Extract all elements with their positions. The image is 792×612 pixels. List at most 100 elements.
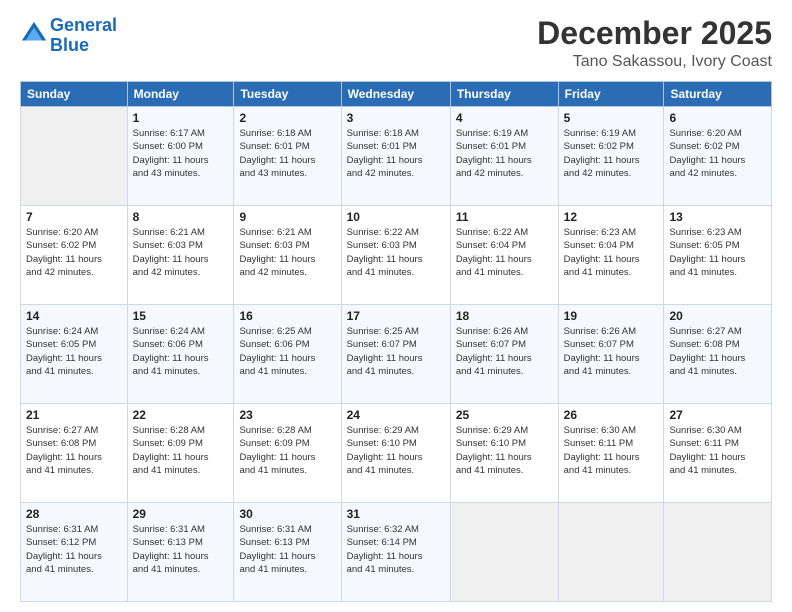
day-info: Sunrise: 6:27 AMSunset: 6:08 PMDaylight:… — [669, 325, 766, 378]
calendar-cell: 4Sunrise: 6:19 AMSunset: 6:01 PMDaylight… — [450, 107, 558, 206]
calendar-cell — [450, 503, 558, 602]
day-number: 3 — [347, 111, 445, 125]
calendar-day-header: Wednesday — [341, 82, 450, 107]
logo-text-blue: Blue — [50, 36, 117, 56]
day-number: 17 — [347, 309, 445, 323]
day-info: Sunrise: 6:19 AMSunset: 6:02 PMDaylight:… — [564, 127, 659, 180]
day-number: 6 — [669, 111, 766, 125]
day-info: Sunrise: 6:20 AMSunset: 6:02 PMDaylight:… — [26, 226, 122, 279]
calendar-cell: 22Sunrise: 6:28 AMSunset: 6:09 PMDayligh… — [127, 404, 234, 503]
calendar-cell: 9 Sunrise: 6:21 AMSunset: 6:03 PMDaylight… — [234, 206, 341, 305]
header: General Blue December 2025 Tano Sakassou… — [20, 16, 772, 71]
calendar-cell: 2 Sunrise: 6:18 AMSunset: 6:01 PMDaylight… — [234, 107, 341, 206]
day-number: 9 — [239, 210, 335, 224]
calendar-cell: 21 Sunrise: 6:27 AMSunset: 6:08 PMDayligh… — [21, 404, 128, 503]
calendar-week-row: 28Sunrise: 6:31 AMSunset: 6:12 PMDayligh… — [21, 503, 772, 602]
day-info: Sunrise: 6:21 AMSunset: 6:03 PMDaylight:… — [239, 226, 335, 279]
calendar-day-header: Tuesday — [234, 82, 341, 107]
calendar-day-header: Monday — [127, 82, 234, 107]
day-number: 11 — [456, 210, 553, 224]
day-info: Sunrise: 6:17 AMSunset: 6:00 PMDaylight:… — [133, 127, 229, 180]
calendar-day-header: Thursday — [450, 82, 558, 107]
day-number: 1 — [133, 111, 229, 125]
calendar-week-row: 14 Sunrise: 6:24 AMSunset: 6:05 PMDayligh… — [21, 305, 772, 404]
day-info: Sunrise: 6:24 AMSunset: 6:06 PMDaylight:… — [133, 325, 229, 378]
day-info: Sunrise: 6:25 AMSunset: 6:06 PMDaylight:… — [239, 325, 335, 378]
calendar-header: SundayMondayTuesdayWednesdayThursdayFrid… — [21, 82, 772, 107]
calendar-cell — [21, 107, 128, 206]
page: General Blue December 2025 Tano Sakassou… — [0, 0, 792, 612]
calendar-body: 1 Sunrise: 6:17 AMSunset: 6:00 PMDaylight… — [21, 107, 772, 602]
subtitle: Tano Sakassou, Ivory Coast — [537, 53, 772, 71]
day-number: 12 — [564, 210, 659, 224]
day-number: 15 — [133, 309, 229, 323]
calendar-table: SundayMondayTuesdayWednesdayThursdayFrid… — [20, 81, 772, 602]
calendar-week-row: 1 Sunrise: 6:17 AMSunset: 6:00 PMDaylight… — [21, 107, 772, 206]
day-number: 29 — [133, 507, 229, 521]
day-number: 5 — [564, 111, 659, 125]
day-info: Sunrise: 6:28 AMSunset: 6:09 PMDaylight:… — [239, 424, 335, 477]
day-number: 26 — [564, 408, 659, 422]
day-info: Sunrise: 6:23 AMSunset: 6:05 PMDaylight:… — [669, 226, 766, 279]
day-number: 30 — [239, 507, 335, 521]
day-number: 2 — [239, 111, 335, 125]
day-info: Sunrise: 6:25 AMSunset: 6:07 PMDaylight:… — [347, 325, 445, 378]
day-info: Sunrise: 6:31 AMSunset: 6:13 PMDaylight:… — [239, 523, 335, 576]
calendar-cell — [558, 503, 664, 602]
calendar-cell: 5 Sunrise: 6:19 AMSunset: 6:02 PMDaylight… — [558, 107, 664, 206]
calendar-cell: 25 Sunrise: 6:29 AMSunset: 6:10 PMDayligh… — [450, 404, 558, 503]
calendar-cell: 8Sunrise: 6:21 AMSunset: 6:03 PMDaylight… — [127, 206, 234, 305]
calendar-cell: 18Sunrise: 6:26 AMSunset: 6:07 PMDayligh… — [450, 305, 558, 404]
calendar-cell: 26 Sunrise: 6:30 AMSunset: 6:11 PMDayligh… — [558, 404, 664, 503]
day-number: 19 — [564, 309, 659, 323]
day-info: Sunrise: 6:24 AMSunset: 6:05 PMDaylight:… — [26, 325, 122, 378]
calendar-cell: 7 Sunrise: 6:20 AMSunset: 6:02 PMDaylight… — [21, 206, 128, 305]
main-title: December 2025 — [537, 16, 772, 51]
calendar-cell: 6Sunrise: 6:20 AMSunset: 6:02 PMDaylight… — [664, 107, 772, 206]
calendar-week-row: 7 Sunrise: 6:20 AMSunset: 6:02 PMDaylight… — [21, 206, 772, 305]
day-info: Sunrise: 6:29 AMSunset: 6:10 PMDaylight:… — [456, 424, 553, 477]
day-info: Sunrise: 6:32 AMSunset: 6:14 PMDaylight:… — [347, 523, 445, 576]
calendar-cell: 13 Sunrise: 6:23 AMSunset: 6:05 PMDayligh… — [664, 206, 772, 305]
day-number: 16 — [239, 309, 335, 323]
day-number: 24 — [347, 408, 445, 422]
day-number: 14 — [26, 309, 122, 323]
day-info: Sunrise: 6:23 AMSunset: 6:04 PMDaylight:… — [564, 226, 659, 279]
header-row: SundayMondayTuesdayWednesdayThursdayFrid… — [21, 82, 772, 107]
day-info: Sunrise: 6:29 AMSunset: 6:10 PMDaylight:… — [347, 424, 445, 477]
day-info: Sunrise: 6:18 AMSunset: 6:01 PMDaylight:… — [239, 127, 335, 180]
day-info: Sunrise: 6:22 AMSunset: 6:03 PMDaylight:… — [347, 226, 445, 279]
day-info: Sunrise: 6:19 AMSunset: 6:01 PMDaylight:… — [456, 127, 553, 180]
calendar-cell: 29 Sunrise: 6:31 AMSunset: 6:13 PMDayligh… — [127, 503, 234, 602]
calendar-cell: 20Sunrise: 6:27 AMSunset: 6:08 PMDayligh… — [664, 305, 772, 404]
day-info: Sunrise: 6:31 AMSunset: 6:13 PMDaylight:… — [133, 523, 229, 576]
calendar-cell: 11Sunrise: 6:22 AMSunset: 6:04 PMDayligh… — [450, 206, 558, 305]
calendar-cell: 24 Sunrise: 6:29 AMSunset: 6:10 PMDayligh… — [341, 404, 450, 503]
calendar-cell: 15 Sunrise: 6:24 AMSunset: 6:06 PMDayligh… — [127, 305, 234, 404]
day-number: 21 — [26, 408, 122, 422]
day-number: 23 — [239, 408, 335, 422]
calendar-day-header: Friday — [558, 82, 664, 107]
day-number: 25 — [456, 408, 553, 422]
day-info: Sunrise: 6:26 AMSunset: 6:07 PMDaylight:… — [564, 325, 659, 378]
calendar-day-header: Sunday — [21, 82, 128, 107]
calendar-cell: 12 Sunrise: 6:23 AMSunset: 6:04 PMDayligh… — [558, 206, 664, 305]
calendar-cell: 10 Sunrise: 6:22 AMSunset: 6:03 PMDayligh… — [341, 206, 450, 305]
day-number: 28 — [26, 507, 122, 521]
day-info: Sunrise: 6:28 AMSunset: 6:09 PMDaylight:… — [133, 424, 229, 477]
day-number: 13 — [669, 210, 766, 224]
day-number: 10 — [347, 210, 445, 224]
day-number: 7 — [26, 210, 122, 224]
title-block: December 2025 Tano Sakassou, Ivory Coast — [537, 16, 772, 71]
calendar-cell: 16 Sunrise: 6:25 AMSunset: 6:06 PMDayligh… — [234, 305, 341, 404]
calendar-cell: 31Sunrise: 6:32 AMSunset: 6:14 PMDayligh… — [341, 503, 450, 602]
calendar-cell: 23 Sunrise: 6:28 AMSunset: 6:09 PMDayligh… — [234, 404, 341, 503]
day-info: Sunrise: 6:18 AMSunset: 6:01 PMDaylight:… — [347, 127, 445, 180]
day-info: Sunrise: 6:27 AMSunset: 6:08 PMDaylight:… — [26, 424, 122, 477]
calendar-cell: 30 Sunrise: 6:31 AMSunset: 6:13 PMDayligh… — [234, 503, 341, 602]
calendar-week-row: 21 Sunrise: 6:27 AMSunset: 6:08 PMDayligh… — [21, 404, 772, 503]
calendar-cell: 27Sunrise: 6:30 AMSunset: 6:11 PMDayligh… — [664, 404, 772, 503]
day-info: Sunrise: 6:30 AMSunset: 6:11 PMDaylight:… — [564, 424, 659, 477]
day-number: 8 — [133, 210, 229, 224]
logo-text-general: General — [50, 16, 117, 36]
